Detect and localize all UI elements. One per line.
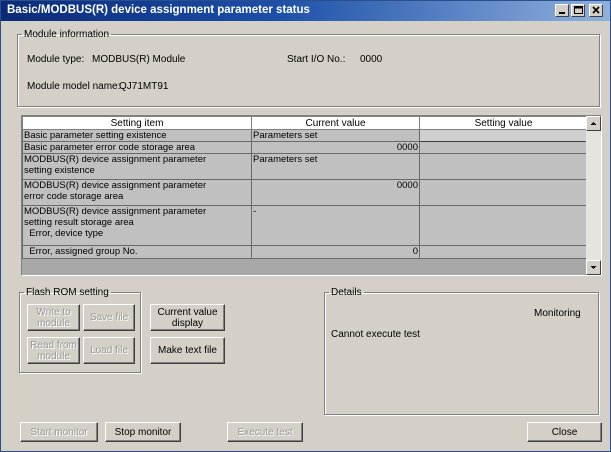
setting-item-cell: MODBUS(R) device assignment parameter se…	[22, 153, 252, 180]
start-io-value: 0000	[360, 54, 383, 65]
parameter-table: Setting item Current value Setting value…	[21, 115, 602, 276]
stop-monitor-button[interactable]: Stop monitor	[105, 422, 181, 442]
current-value-cell: 0000	[251, 141, 420, 154]
scroll-up-icon[interactable]	[586, 116, 601, 131]
setting-value-cell[interactable]	[419, 245, 588, 259]
current-value-cell: Parameters set	[251, 153, 420, 180]
dialog-window: Basic/MODBUS(R) device assignment parame…	[0, 0, 611, 452]
close-icon[interactable]	[589, 4, 603, 17]
current-value-cell: 0000	[251, 179, 420, 206]
table-row[interactable]: Basic parameter error code storage area …	[22, 141, 588, 154]
setting-value-cell[interactable]	[419, 179, 588, 206]
close-button[interactable]: Close	[527, 422, 602, 442]
details-group: Details	[324, 287, 599, 415]
table-row[interactable]: MODBUS(R) device assignment parameter er…	[22, 179, 588, 206]
table-row[interactable]: MODBUS(R) device assignment parameter se…	[22, 153, 588, 180]
execute-test-button[interactable]: Execute test	[227, 422, 303, 442]
module-information-legend: Module information	[24, 29, 110, 40]
monitoring-status: Monitoring	[534, 308, 581, 319]
read-from-module-button[interactable]: Read from module	[27, 337, 80, 364]
write-to-module-button[interactable]: Write to module	[27, 304, 80, 331]
setting-value-cell[interactable]	[419, 153, 588, 180]
setting-item-cell: MODBUS(R) device assignment parameter se…	[22, 205, 252, 246]
window-title: Basic/MODBUS(R) device assignment parame…	[7, 4, 310, 16]
vertical-scrollbar[interactable]	[586, 116, 601, 275]
column-header-current-value[interactable]: Current value	[251, 116, 420, 130]
module-type-label: Module type:	[27, 54, 85, 65]
module-model-value: QJ71MT91	[119, 81, 169, 92]
current-value-cell: Parameters set	[251, 129, 420, 142]
details-message: Cannot execute test	[331, 329, 420, 340]
setting-value-cell[interactable]	[419, 205, 588, 246]
table-row[interactable]: MODBUS(R) device assignment parameter se…	[22, 205, 588, 246]
column-header-setting-item[interactable]: Setting item	[22, 116, 252, 130]
setting-item-cell: Error, assigned group No.	[22, 245, 252, 259]
make-text-file-button[interactable]: Make text file	[150, 337, 225, 364]
current-value-cell: -	[251, 205, 420, 246]
setting-value-cell[interactable]	[419, 141, 588, 154]
module-type-value: MODBUS(R) Module	[92, 54, 186, 65]
setting-item-cell: Basic parameter error code storage area	[22, 141, 252, 154]
save-file-button[interactable]: Save file	[83, 304, 135, 331]
minimize-icon[interactable]	[555, 4, 569, 17]
table-row[interactable]: Error, assigned group No. 0	[22, 245, 588, 259]
current-value-cell: 0	[251, 245, 420, 259]
start-monitor-button[interactable]: Start monitor	[20, 422, 98, 442]
flash-rom-legend: Flash ROM setting	[26, 287, 109, 298]
start-io-label: Start I/O No.:	[287, 54, 346, 65]
scroll-down-icon[interactable]	[586, 260, 601, 275]
details-legend: Details	[331, 287, 362, 298]
setting-item-cell: Basic parameter setting existence	[22, 129, 252, 142]
table-row[interactable]: Basic parameter setting existence Parame…	[22, 129, 588, 142]
module-information-group: Module information	[17, 29, 600, 107]
load-file-button[interactable]: Load file	[83, 337, 135, 364]
setting-item-cell: MODBUS(R) device assignment parameter er…	[22, 179, 252, 206]
module-model-label: Module model name:	[27, 81, 121, 92]
maximize-icon[interactable]	[571, 4, 585, 17]
current-value-display-button[interactable]: Current value display	[150, 304, 225, 331]
setting-value-cell[interactable]	[419, 129, 588, 142]
title-bar[interactable]: Basic/MODBUS(R) device assignment parame…	[1, 1, 610, 21]
column-header-setting-value[interactable]: Setting value	[419, 116, 588, 130]
